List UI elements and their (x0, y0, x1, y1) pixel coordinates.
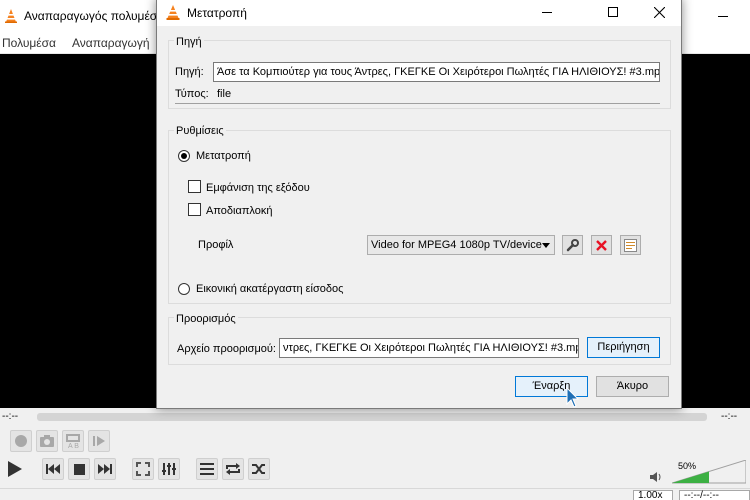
close-icon (653, 6, 665, 18)
shuffle-icon (252, 464, 265, 474)
loop-ab-button[interactable]: A B (62, 430, 84, 452)
previous-icon (46, 464, 60, 474)
new-profile-icon (624, 238, 637, 252)
vlc-cone-icon (5, 9, 17, 23)
show-output-checkbox[interactable] (188, 180, 201, 193)
svg-text:A B: A B (68, 443, 79, 449)
snapshot-button[interactable] (36, 430, 58, 452)
source-field[interactable]: Άσε τα Κομπιούτερ για τους Άντρες, ΓΚΕΓΚ… (213, 62, 660, 82)
vlc-minimize-button[interactable] (690, 6, 728, 26)
vlc-window-title: Αναπαραγωγός πολυμέσ (24, 9, 158, 23)
play-button[interactable] (2, 457, 26, 481)
shuffle-button[interactable] (248, 458, 270, 480)
record-button[interactable] (10, 430, 32, 452)
show-output-label[interactable]: Εμφάνιση της εξόδου (206, 182, 310, 194)
speaker-icon[interactable] (650, 471, 662, 483)
deinterlace-label[interactable]: Αποδιαπλοκή (206, 205, 272, 217)
loop-icon (226, 463, 240, 475)
playlist-icon (200, 463, 214, 475)
browse-button[interactable]: Περιήγηση (587, 337, 660, 358)
next-button[interactable] (94, 458, 116, 480)
minimize-icon (542, 12, 552, 13)
type-value: file (217, 88, 232, 100)
total-time: --:-- (721, 411, 738, 422)
vlc-controls-area (0, 408, 750, 500)
dummy-input-radio[interactable] (178, 283, 190, 295)
loop-button[interactable] (222, 458, 244, 480)
fullscreen-icon (136, 462, 150, 476)
close-button[interactable] (637, 0, 681, 25)
fullscreen-button[interactable] (132, 458, 154, 480)
destination-field[interactable]: ντρες, ΓΚΕΓΚΕ Οι Χειρότεροι Πωλητές ΓΙΑ … (279, 338, 579, 358)
frame-step-button[interactable] (88, 430, 110, 452)
source-group-title: Πηγή (174, 36, 204, 48)
equalizer-icon (162, 463, 176, 475)
maximize-button[interactable] (591, 0, 635, 25)
edit-profile-button[interactable] (562, 235, 583, 255)
frame-step-icon (93, 436, 105, 446)
cancel-button[interactable]: Άκυρο (596, 376, 669, 397)
vlc-cone-icon (166, 5, 180, 20)
mouse-cursor-icon (566, 387, 580, 408)
minimize-button[interactable] (525, 0, 569, 25)
convert-radio-label[interactable]: Μετατροπή (196, 150, 251, 162)
deinterlace-checkbox[interactable] (188, 203, 201, 216)
source-label: Πηγή: (175, 66, 204, 78)
source-divider (175, 103, 660, 104)
stop-button[interactable] (68, 458, 90, 480)
stop-icon (73, 463, 85, 475)
dialog-title: Μετατροπή (187, 6, 247, 20)
record-icon (15, 435, 27, 447)
type-label: Τύπος: (175, 88, 209, 100)
delete-icon (596, 239, 607, 251)
time-display[interactable]: --:--/--:-- (679, 490, 750, 500)
convert-radio[interactable] (178, 150, 190, 162)
chevron-down-icon (542, 243, 550, 248)
delete-profile-button[interactable] (591, 235, 612, 255)
extended-settings-button[interactable] (158, 458, 180, 480)
playback-speed[interactable]: 1.00x (633, 490, 673, 500)
profile-label: Προφίλ (198, 239, 234, 251)
volume-slider[interactable] (672, 460, 746, 484)
maximize-icon (608, 7, 618, 17)
new-profile-button[interactable] (620, 235, 641, 255)
camera-icon (40, 435, 54, 447)
next-icon (98, 464, 112, 474)
convert-dialog: Μετατροπή Πηγή Πηγή: Άσε τα Κομπιούτερ γ… (156, 0, 682, 409)
wrench-icon (566, 238, 579, 251)
menu-playback[interactable]: Αναπαραγωγή (72, 36, 150, 50)
menu-media[interactable]: Πολυμέσα (2, 36, 56, 50)
playlist-button[interactable] (196, 458, 218, 480)
play-icon (8, 461, 22, 477)
destination-group-title: Προορισμός (174, 313, 238, 325)
profile-select-value: Video for MPEG4 1080p TV/device (371, 239, 542, 251)
destination-label: Αρχείο προορισμού: (177, 343, 276, 355)
settings-group-title: Ρυθμίσεις (174, 125, 226, 137)
previous-button[interactable] (42, 458, 64, 480)
dialog-titlebar: Μετατροπή (157, 0, 681, 26)
profile-select[interactable]: Video for MPEG4 1080p TV/device (367, 235, 555, 255)
dummy-input-label[interactable]: Εικονική ακατέργαστη είσοδος (196, 283, 343, 295)
loop-ab-icon: A B (66, 434, 80, 449)
elapsed-time: --:-- (2, 411, 19, 422)
seek-slider[interactable] (37, 413, 707, 421)
